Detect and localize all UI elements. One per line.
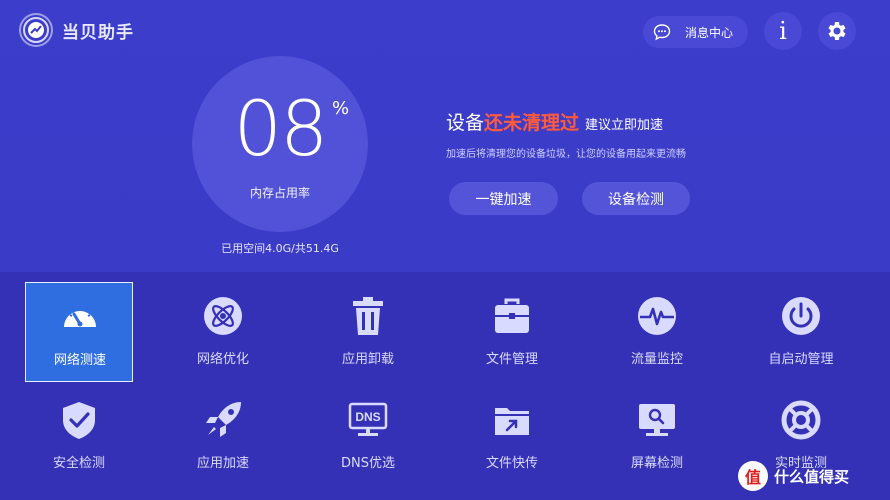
one-click-boost-button[interactable]: 一键加速: [449, 182, 558, 215]
power-icon: [782, 297, 820, 335]
memory-gauge: 08 % 内存占用率: [192, 56, 368, 232]
trash-icon: [353, 297, 383, 335]
storage-used: 4.0G: [265, 242, 292, 255]
gear-icon: [828, 22, 846, 40]
tool-screen-check[interactable]: 屏幕检测: [603, 386, 711, 486]
status-suggestion: 建议立即加速: [585, 118, 664, 133]
watermark: 值 什么值得买: [738, 458, 888, 494]
status-prefix: 设备: [446, 112, 485, 134]
tool-label: DNS优选: [341, 456, 395, 471]
tool-network-optimize[interactable]: 网络优化: [169, 282, 277, 382]
message-center-button[interactable]: 消息中心: [643, 16, 748, 48]
dns-icon: DNS: [348, 402, 388, 436]
app-logo-icon: [19, 13, 53, 47]
app-title: 当贝助手: [62, 23, 134, 43]
atom-icon: [204, 297, 242, 335]
lifebuoy-icon: [781, 400, 821, 440]
tool-label: 文件管理: [485, 352, 538, 367]
tool-label: 网络测速: [53, 353, 106, 368]
info-icon: i: [779, 17, 787, 45]
watermark-badge: 值: [738, 461, 768, 491]
pulse-icon: [638, 297, 676, 335]
tool-label: 自启动管理: [768, 352, 834, 367]
status-highlight: 还未清理过: [484, 112, 580, 134]
info-button[interactable]: i: [764, 12, 802, 50]
tool-dns-optimize[interactable]: DNS DNS优选: [314, 386, 422, 486]
tool-app-uninstall[interactable]: 应用卸载: [314, 282, 422, 382]
tool-network-speedtest[interactable]: 网络测速: [25, 282, 133, 382]
tool-label: 应用卸载: [341, 352, 394, 367]
watermark-text: 什么值得买: [774, 467, 850, 486]
tool-label: 流量监控: [630, 352, 683, 367]
tool-label: 屏幕检测: [630, 456, 683, 471]
storage-total: 51.4G: [305, 242, 339, 255]
tool-traffic-monitor[interactable]: 流量监控: [603, 282, 711, 382]
tool-app-boost[interactable]: 应用加速: [169, 386, 277, 486]
status-description: 加速后将清理您的设备垃圾，让您的设备用起来更流畅: [446, 149, 686, 160]
shield-check-icon: [63, 402, 95, 439]
toolbox-icon: [495, 298, 529, 333]
tool-label: 网络优化: [196, 352, 249, 367]
device-status: 设备还未清理过 建议立即加速: [446, 108, 663, 135]
rocket-icon: [206, 402, 241, 437]
memory-percent-symbol: %: [332, 98, 350, 119]
storage-usage: 已用空间4.0G/共51.4G: [192, 240, 368, 256]
tool-security-check[interactable]: 安全检测: [25, 386, 133, 486]
tool-file-manager[interactable]: 文件管理: [458, 282, 566, 382]
device-check-button[interactable]: 设备检测: [582, 182, 690, 215]
tool-autostart-manager[interactable]: 自启动管理: [747, 282, 855, 382]
tool-label: 文件快传: [485, 456, 538, 471]
folder-send-icon: [495, 408, 529, 435]
tool-label: 应用加速: [196, 456, 249, 471]
speedometer-icon: [64, 308, 96, 327]
chat-bubble-icon: [653, 24, 671, 41]
monitor-search-icon: [639, 404, 675, 436]
tool-label: 安全检测: [52, 456, 105, 471]
memory-label: 内存占用率: [249, 186, 310, 200]
storage-sep: /共: [291, 242, 306, 255]
svg-text:DNS: DNS: [355, 410, 380, 424]
message-center-label: 消息中心: [685, 25, 734, 40]
settings-button[interactable]: [818, 12, 856, 50]
tool-file-transfer[interactable]: 文件快传: [458, 386, 566, 486]
storage-prefix: 已用空间: [221, 242, 266, 255]
